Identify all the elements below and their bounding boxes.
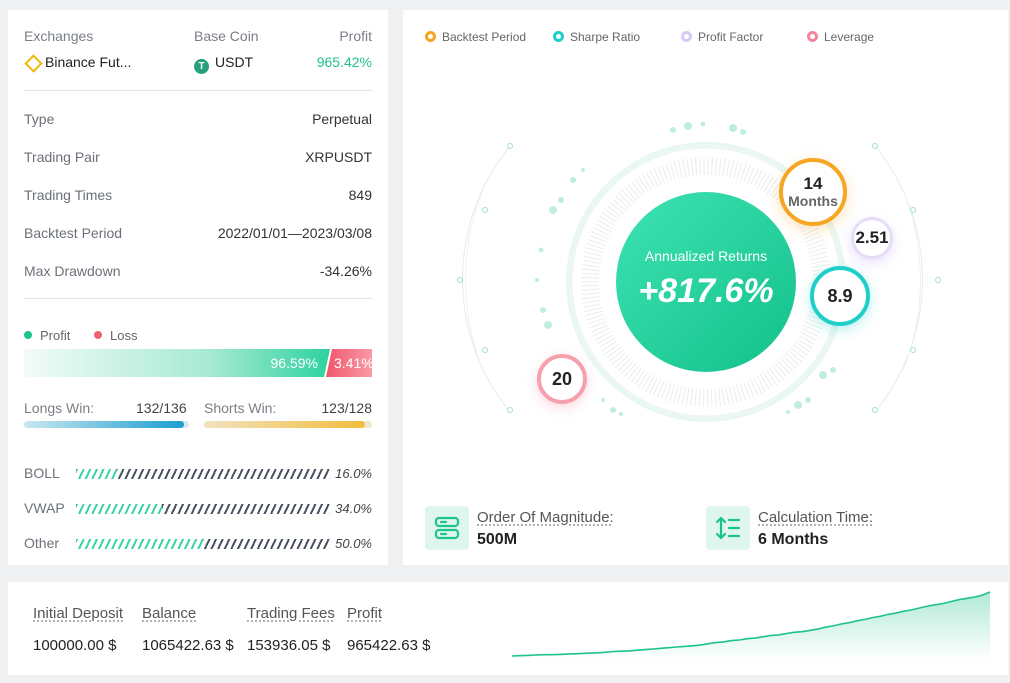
base-coin-label: Base Coin <box>194 28 259 44</box>
balance-label: Balance <box>142 605 197 622</box>
equity-area <box>512 592 990 660</box>
divider <box>23 90 373 91</box>
indicator-label-boll: BOLL <box>24 465 60 481</box>
base-coin-value: T USDT <box>194 54 253 74</box>
trading-fees-value: 153936.05 $ <box>247 637 331 654</box>
initial-deposit-label: Initial Deposit <box>33 605 124 622</box>
indicator-bar-boll <box>76 469 330 479</box>
profit-percent: 965.42% <box>316 54 372 70</box>
initial-deposit-value: 100000.00 $ <box>33 637 117 654</box>
indicator-fill-boll <box>76 469 117 479</box>
indicator-bar-vwap <box>76 504 330 514</box>
backtest-period-label: Backtest Period <box>24 225 123 241</box>
indicator-label-vwap: VWAP <box>24 500 65 516</box>
leverage-bubble: 20 <box>537 354 587 404</box>
indicator-bar-other <box>76 539 330 549</box>
calculation-time-label: Calculation Time: <box>758 509 874 526</box>
sort-lines-icon <box>706 506 750 550</box>
trading-fees-label: Trading Fees <box>247 605 335 622</box>
backtest-period-bubble: 14 Months <box>779 158 847 226</box>
trading-pair-label: Trading Pair <box>24 149 100 165</box>
profit-label: Profit <box>339 28 372 44</box>
longs-win-fill <box>24 421 185 428</box>
profit-dot-icon <box>24 331 32 339</box>
calculation-time-value: 6 Months <box>758 531 829 548</box>
profit-legend: Profit <box>24 328 70 343</box>
max-drawdown-label: Max Drawdown <box>24 263 121 279</box>
longs-win-label: Longs Win: <box>24 400 95 416</box>
loss-legend: Loss <box>94 328 137 343</box>
exchange-value: Binance Fut... <box>24 54 131 70</box>
shorts-win-label: Shorts Win: <box>204 400 277 416</box>
trading-times-label: Trading Times <box>24 187 113 203</box>
profit-factor-bubble: 2.51 <box>851 217 893 259</box>
indicator-pct-boll: 16.0% <box>335 466 372 481</box>
strategy-details-card: Exchanges Base Coin Profit Binance Fut..… <box>8 10 388 565</box>
exchanges-label: Exchanges <box>24 28 94 44</box>
trading-pair-value: XRPUSDT <box>305 149 372 165</box>
max-drawdown-value: -34.26% <box>319 263 372 279</box>
balance-value: 1065422.63 $ <box>142 637 234 654</box>
profit-segment: 96.59% <box>24 349 330 377</box>
returns-visual-card: Backtest Period Sharpe Ratio Profit Fact… <box>403 10 1008 565</box>
profit-loss-bar: 96.59% 3.41% <box>24 349 372 377</box>
order-of-magnitude-label: Order Of Magnitude: <box>477 509 614 526</box>
tether-icon: T <box>194 59 209 74</box>
server-icon <box>425 506 469 550</box>
equity-curve-chart <box>511 591 991 660</box>
type-label: Type <box>24 111 55 127</box>
trading-times-value: 849 <box>348 187 372 203</box>
shorts-win-fill <box>204 421 366 428</box>
balance-summary-card: Initial Deposit 100000.00 $ Balance 1065… <box>8 582 1008 675</box>
annualized-returns-value: +817.6% <box>638 272 774 310</box>
indicator-pct-vwap: 34.0% <box>335 501 372 516</box>
annualized-returns-title: Annualized Returns <box>644 248 768 264</box>
indicator-label-other: Other <box>24 535 60 551</box>
order-of-magnitude-value: 500M <box>477 531 518 548</box>
indicator-fill-vwap <box>76 504 163 514</box>
profit-value: 965422.63 $ <box>347 637 431 654</box>
indicator-fill-other <box>76 539 203 549</box>
loss-segment: 3.41% <box>326 349 372 377</box>
type-value: Perpetual <box>312 111 372 127</box>
shorts-win-value: 123/128 <box>321 400 372 416</box>
longs-win-value: 132/136 <box>136 400 187 416</box>
indicator-pct-other: 50.0% <box>335 536 372 551</box>
longs-win-bar <box>24 421 189 428</box>
loss-dot-icon <box>94 331 102 339</box>
profit-label: Profit <box>347 605 383 622</box>
shorts-win-bar <box>204 421 372 428</box>
sharpe-ratio-bubble: 8.9 <box>810 266 870 326</box>
binance-icon <box>24 54 39 69</box>
backtest-period-value: 2022/01/01—2023/03/08 <box>217 225 372 241</box>
divider <box>23 298 373 299</box>
